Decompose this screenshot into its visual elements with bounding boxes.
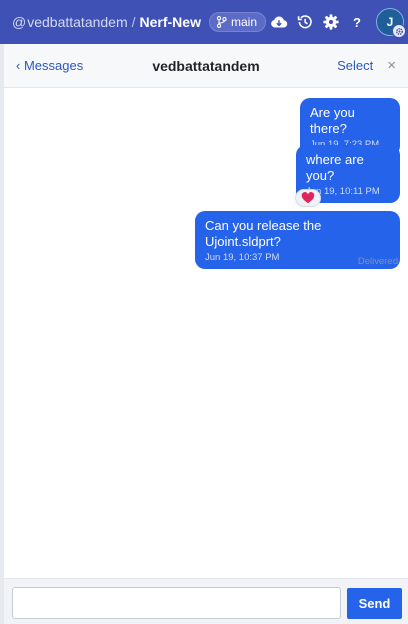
branch-icon (216, 16, 227, 28)
message-input[interactable] (12, 587, 341, 619)
avatar-settings-icon (392, 24, 406, 38)
back-to-messages-link[interactable]: ‹ Messages (16, 58, 83, 73)
top-actions: ? J (266, 8, 406, 38)
message-text: Can you release the Ujoint.sldprt? (205, 218, 322, 249)
delivery-status: Delivered (357, 256, 398, 267)
message-text: where are you? (306, 152, 364, 183)
at-symbol: @ (12, 14, 27, 30)
repo-name[interactable]: Nerf-New (140, 14, 201, 30)
gear-icon[interactable] (318, 9, 344, 35)
breadcrumb-separator: / (131, 14, 136, 30)
owner-link[interactable]: @vedbattatandem (12, 14, 128, 30)
help-icon[interactable]: ? (344, 9, 370, 35)
close-icon[interactable]: × (387, 57, 396, 74)
avatar[interactable]: J (376, 8, 406, 38)
heart-reaction[interactable] (295, 189, 321, 207)
history-icon[interactable] (292, 9, 318, 35)
heart-icon (301, 192, 315, 204)
owner-name: vedbattatandem (27, 14, 128, 30)
messages-header: ‹ Messages vedbattatandem Select × (4, 44, 408, 88)
cloud-download-icon[interactable] (266, 9, 292, 35)
breadcrumb: @vedbattatandem / Nerf-New (12, 14, 201, 30)
branch-name: main (230, 15, 257, 29)
message-thread[interactable]: Are you there? Jun 19, 7:23 PM where are… (4, 89, 408, 578)
top-bar: @vedbattatandem / Nerf-New main ? J (0, 0, 408, 44)
select-button[interactable]: Select (337, 58, 373, 73)
branch-selector[interactable]: main (208, 12, 266, 32)
send-button[interactable]: Send (347, 588, 402, 619)
message-text: Are you there? (310, 105, 355, 136)
header-actions: Select × (337, 57, 396, 74)
composer: Send (4, 578, 408, 624)
app-window: @vedbattatandem / Nerf-New main ? J ‹ Me… (0, 0, 408, 624)
